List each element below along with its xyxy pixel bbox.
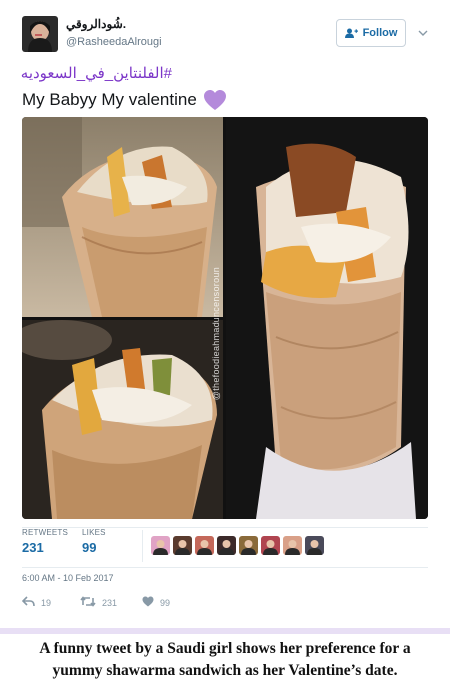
media-grid[interactable]: uncensoroun @thefoodieahmad <box>22 117 428 519</box>
liker-avatar[interactable] <box>151 536 170 555</box>
tweet-text-body: My Babyy My valentine <box>22 90 197 109</box>
follow-button-label: Follow <box>362 27 398 39</box>
like-count: 99 <box>160 597 171 608</box>
follow-button[interactable]: Follow <box>336 19 406 47</box>
likes-stat[interactable]: LIKES 99 <box>82 528 106 555</box>
retweets-count: 231 <box>22 540 44 555</box>
tweet-actions: 19 231 99 <box>21 596 322 612</box>
stats-divider <box>142 530 143 562</box>
reply-button[interactable]: 19 <box>21 596 52 609</box>
display-name[interactable]: شُودالروقي. <box>66 17 126 31</box>
retweets-stat[interactable]: RETWEETS 231 <box>22 528 68 555</box>
liker-avatar[interactable] <box>305 536 324 555</box>
liker-avatar[interactable] <box>283 536 302 555</box>
timestamp[interactable]: 6:00 AM - 10 Feb 2017 <box>22 573 114 583</box>
hashtag-link[interactable]: #الفلنتاين_في_السعوديه <box>21 64 172 82</box>
chevron-down-icon[interactable] <box>416 26 430 40</box>
liker-avatar[interactable] <box>195 536 214 555</box>
shawarma-photo-top-left[interactable] <box>22 117 223 317</box>
retweets-label: RETWEETS <box>22 528 69 537</box>
avatar[interactable] <box>22 16 58 52</box>
add-person-icon <box>344 28 358 38</box>
tweet-text: My Babyy My valentine <box>22 89 227 111</box>
retweet-count: 231 <box>102 597 118 608</box>
reply-count: 19 <box>41 597 52 608</box>
likes-label: LIKES <box>82 528 106 537</box>
liker-avatar[interactable] <box>261 536 280 555</box>
divider <box>22 567 428 568</box>
caption-line-1: A funny tweet by a Saudi girl shows her … <box>39 640 411 657</box>
shawarma-photo-bottom-left[interactable] <box>22 320 223 519</box>
watermark-bottom: @thefoodieahmad <box>211 322 221 401</box>
reply-icon <box>21 596 35 609</box>
likes-count: 99 <box>82 540 97 555</box>
watermark-top: uncensoroun <box>211 267 221 323</box>
shawarma-photo-right[interactable] <box>226 117 428 519</box>
caption-divider <box>0 628 450 634</box>
engagement-stats: RETWEETS 231 LIKES 99 <box>22 528 428 568</box>
caption-line-2: yummy shawarma sandwich as her Valentine… <box>52 662 398 679</box>
like-button[interactable]: 99 <box>142 596 170 609</box>
purple-heart-icon <box>203 89 227 111</box>
retweet-icon <box>80 596 96 609</box>
retweet-button[interactable]: 231 <box>80 596 117 609</box>
liker-avatar[interactable] <box>173 536 192 555</box>
liker-avatar[interactable] <box>239 536 258 555</box>
liker-avatars <box>151 536 324 555</box>
user-handle[interactable]: @RasheedaAlrougi <box>66 36 162 48</box>
image-caption: A funny tweet by a Saudi girl shows her … <box>0 638 450 682</box>
heart-icon <box>142 596 154 609</box>
tweet-card: شُودالروقي. @RasheedaAlrougi Follow #الف… <box>0 0 450 628</box>
liker-avatar[interactable] <box>217 536 236 555</box>
